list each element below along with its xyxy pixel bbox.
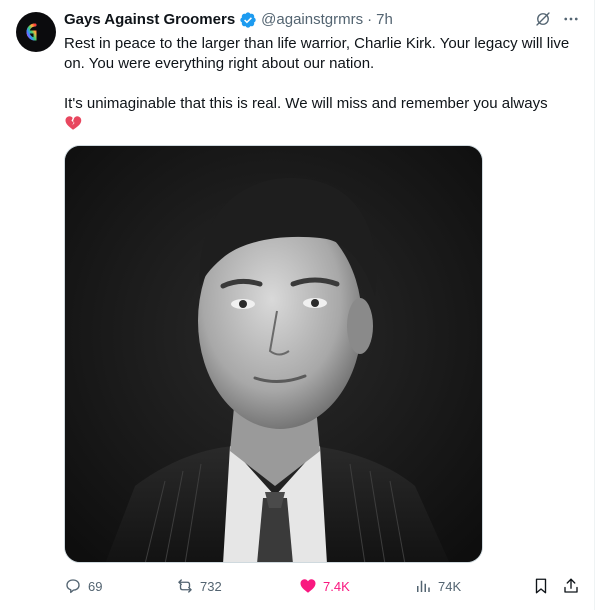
heart-icon xyxy=(300,579,316,593)
repost-icon xyxy=(178,579,192,593)
bookmark-button[interactable] xyxy=(532,574,550,598)
tweet-photo[interactable] xyxy=(64,145,483,563)
views-count: 74K xyxy=(438,578,462,594)
grok-icon[interactable] xyxy=(534,10,552,28)
share-button[interactable] xyxy=(562,574,580,598)
reply-icon xyxy=(66,579,80,594)
tweet-actions: 69 732 7.4K 74K xyxy=(64,574,584,598)
verified-badge-icon xyxy=(239,11,257,29)
separator-dot: · xyxy=(367,11,373,28)
more-options-icon[interactable] xyxy=(562,10,580,28)
timestamp[interactable]: 7h xyxy=(376,10,393,30)
reply-button[interactable]: 69 xyxy=(64,574,102,598)
repost-count: 732 xyxy=(200,578,222,594)
bookmark-icon xyxy=(535,578,547,594)
views-icon xyxy=(417,580,430,592)
like-button[interactable]: 7.4K xyxy=(299,574,350,598)
author-name[interactable]: Gays Against Groomers xyxy=(64,10,235,30)
repost-button[interactable]: 732 xyxy=(176,574,222,598)
views-button[interactable]: 74K xyxy=(414,574,461,598)
portrait-photo xyxy=(65,146,482,562)
top-actions xyxy=(534,10,580,28)
gg-logo-icon xyxy=(26,23,37,41)
tweet-paragraph-2-text: It's unimaginable that this is real. We … xyxy=(64,95,548,112)
avatar[interactable] xyxy=(16,12,56,52)
author-handle[interactable]: @againstgrmrs xyxy=(261,10,363,30)
tweet-emoji-line xyxy=(64,114,584,135)
reply-count: 69 xyxy=(88,578,103,594)
share-icon xyxy=(564,578,578,593)
tweet-text: Rest in peace to the larger than life wa… xyxy=(64,34,584,135)
tweet-card[interactable]: Gays Against Groomers @againstgrmrs · 7h… xyxy=(0,0,595,610)
tweet-paragraph-1: Rest in peace to the larger than life wa… xyxy=(64,35,570,72)
broken-heart-icon xyxy=(64,114,82,132)
tweet-header: Gays Against Groomers @againstgrmrs · 7h xyxy=(64,10,393,30)
tweet-paragraph-2: It's unimaginable that this is real. We … xyxy=(64,94,584,114)
like-count: 7.4K xyxy=(323,578,350,594)
